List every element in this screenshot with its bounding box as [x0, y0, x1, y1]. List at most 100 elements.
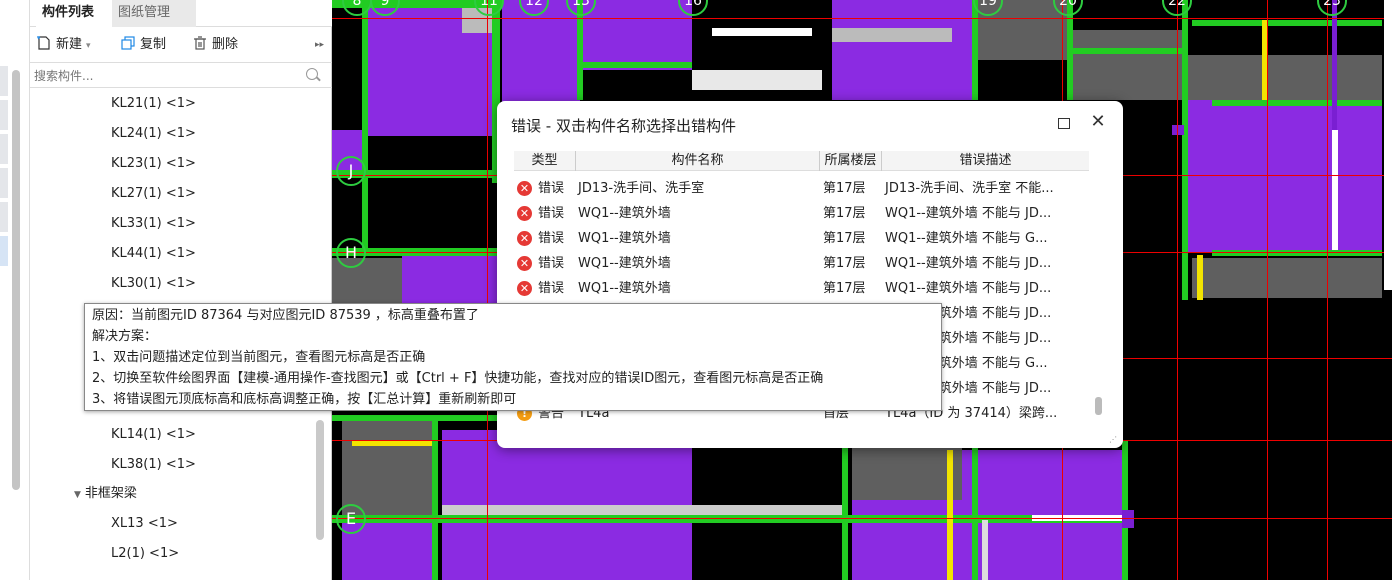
search-input[interactable]	[34, 66, 294, 85]
row-description: WQ1--建筑外墙 不能与 JD...	[885, 206, 1052, 221]
maximize-icon[interactable]	[1058, 118, 1070, 129]
slab-region	[1182, 100, 1382, 252]
column-header-name[interactable]: 构件名称	[576, 151, 820, 171]
row-component-name: WQ1--建筑外墙	[578, 231, 671, 246]
row-floor: 第17层	[823, 256, 866, 271]
dropdown-caret-icon[interactable]: ▾	[86, 41, 91, 51]
component-panel: 构件列表 图纸管理 新建▾ 复制 删除 ▸▸ KL21(1) <1> KL24(…	[30, 0, 332, 580]
grid-line	[1267, 0, 1268, 580]
list-item[interactable]: KL14(1) <1>	[111, 425, 196, 445]
beam	[362, 8, 368, 248]
beam	[1192, 20, 1382, 26]
row-type: 错误	[538, 256, 565, 271]
column	[1332, 0, 1337, 130]
tree-group-non-frame-beam[interactable]: ▼ 非框架梁	[74, 484, 137, 504]
list-item[interactable]: KL23(1) <1>	[111, 154, 196, 174]
row-description: WQ1--建筑外墙 不能与 JD...	[885, 281, 1052, 296]
left-scrollbar[interactable]	[12, 70, 20, 490]
axis-label: E	[336, 504, 366, 534]
copy-button[interactable]: 复制	[120, 35, 166, 55]
white-element	[1332, 130, 1338, 250]
panel-toolbar: 新建 ▾ 复制 删除 ▸▸	[30, 29, 332, 61]
column-header-type[interactable]: 类型	[514, 151, 576, 171]
error-icon: ✕	[517, 231, 532, 246]
row-component-name: JD13-洗手间、洗手室	[578, 181, 705, 196]
list-item[interactable]: KL27(1) <1>	[111, 184, 196, 204]
row-floor: 第17层	[823, 231, 866, 246]
error-icon: ✕	[517, 281, 532, 296]
tab-component-list[interactable]: 构件列表	[36, 0, 112, 27]
search-bar	[30, 62, 332, 88]
error-icon: ✕	[517, 181, 532, 196]
axis-label: 23	[1317, 0, 1347, 16]
edge-button[interactable]	[0, 168, 8, 198]
tab-drawing-management[interactable]: 图纸管理	[112, 0, 196, 27]
edge-button[interactable]	[0, 100, 8, 130]
new-label: 新建	[56, 37, 83, 52]
dialog-title: 错误 - 双击构件名称选择出错构件	[511, 117, 736, 135]
search-icon[interactable]	[306, 68, 318, 80]
error-icon: ✕	[517, 206, 532, 221]
beam	[972, 0, 978, 100]
error-icon: ✕	[517, 256, 532, 271]
copy-label: 复制	[140, 37, 167, 52]
new-file-icon	[37, 36, 50, 50]
white-element	[712, 28, 812, 36]
edge-button[interactable]	[0, 236, 8, 266]
tooltip-reason: 原因：当前图元ID 87364 与对应图元ID 87539 ，标高重叠布置了	[92, 308, 479, 323]
grid-line	[487, 0, 488, 580]
row-type: 错误	[538, 181, 565, 196]
collapse-caret-icon[interactable]: ▼	[74, 490, 81, 500]
wall-region	[1182, 55, 1382, 100]
panel-scrollbar[interactable]	[316, 420, 324, 540]
yellow-element	[1197, 255, 1203, 300]
error-row[interactable]: ✕ 错误 JD13-洗手间、洗手室 第17层 JD13-洗手间、洗手室 不能...	[514, 176, 1089, 201]
resize-grip-icon[interactable]: ⋰	[1109, 435, 1117, 444]
list-item[interactable]: KL44(1) <1>	[111, 244, 196, 264]
error-row[interactable]: ✕ 错误 WQ1--建筑外墙 第17层 WQ1--建筑外墙 不能与 JD...	[514, 201, 1089, 226]
delete-button[interactable]: 删除	[192, 35, 238, 55]
row-floor: 第17层	[823, 206, 866, 221]
list-item[interactable]: L2(1) <1>	[111, 544, 179, 564]
column	[1122, 510, 1134, 528]
beam	[1212, 100, 1382, 106]
wall-region	[1072, 30, 1182, 100]
error-row[interactable]: ✕ 错误 WQ1--建筑外墙 第17层 WQ1--建筑外墙 不能与 JD...	[514, 251, 1089, 276]
edge-button[interactable]	[0, 134, 8, 164]
group-label: 非框架梁	[84, 486, 137, 501]
opening	[832, 28, 952, 42]
tooltip-step: 2、切换至软件绘图界面【建模-通用操作-查找图元】或【Ctrl + F】快捷功能…	[92, 371, 824, 386]
error-tooltip: 原因：当前图元ID 87364 与对应图元ID 87539 ，标高重叠布置了 解…	[84, 303, 942, 411]
row-component-name: WQ1--建筑外墙	[578, 281, 671, 296]
tooltip-step: 3、将错误图元顶底标高和底标高调整正确，按【汇总计算】重新刷新即可	[92, 392, 517, 407]
list-item[interactable]: KL21(1) <1>	[111, 94, 196, 114]
close-icon[interactable]: ✕	[1089, 113, 1107, 131]
error-row[interactable]: ✕ 错误 WQ1--建筑外墙 第17层 WQ1--建筑外墙 不能与 JD...	[514, 276, 1089, 301]
new-button[interactable]: 新建 ▾	[36, 35, 91, 55]
column-header-description[interactable]: 错误描述	[882, 151, 1089, 171]
list-item[interactable]: XL13 <1>	[111, 514, 178, 534]
toolbar-more-icon[interactable]: ▸▸	[315, 35, 324, 55]
dialog-scrollbar[interactable]	[1095, 397, 1102, 415]
row-description: JD13-洗手间、洗手室 不能...	[885, 181, 1054, 196]
slab-region	[832, 0, 972, 100]
copy-icon	[121, 36, 135, 50]
wall-region	[852, 440, 962, 500]
column-header-floor[interactable]: 所属楼层	[820, 151, 882, 171]
grid-line	[1177, 0, 1178, 580]
slab-region	[582, 0, 692, 70]
row-component-name: WQ1--建筑外墙	[578, 256, 671, 271]
edge-button[interactable]	[0, 66, 8, 96]
error-row[interactable]: ✕ 错误 WQ1--建筑外墙 第17层 WQ1--建筑外墙 不能与 G...	[514, 226, 1089, 251]
grid-line	[332, 518, 1392, 519]
list-item[interactable]: KL30(1) <1>	[111, 274, 196, 294]
tooltip-step: 1、双击问题描述定位到当前图元，查看图元标高是否正确	[92, 350, 426, 365]
yellow-element	[947, 450, 953, 580]
edge-button[interactable]	[0, 202, 8, 232]
row-type: 错误	[538, 281, 565, 296]
trash-icon	[194, 36, 206, 50]
list-item[interactable]: KL24(1) <1>	[111, 124, 196, 144]
beam	[972, 440, 978, 580]
list-item[interactable]: KL38(1) <1>	[111, 455, 196, 475]
list-item[interactable]: KL33(1) <1>	[111, 214, 196, 234]
